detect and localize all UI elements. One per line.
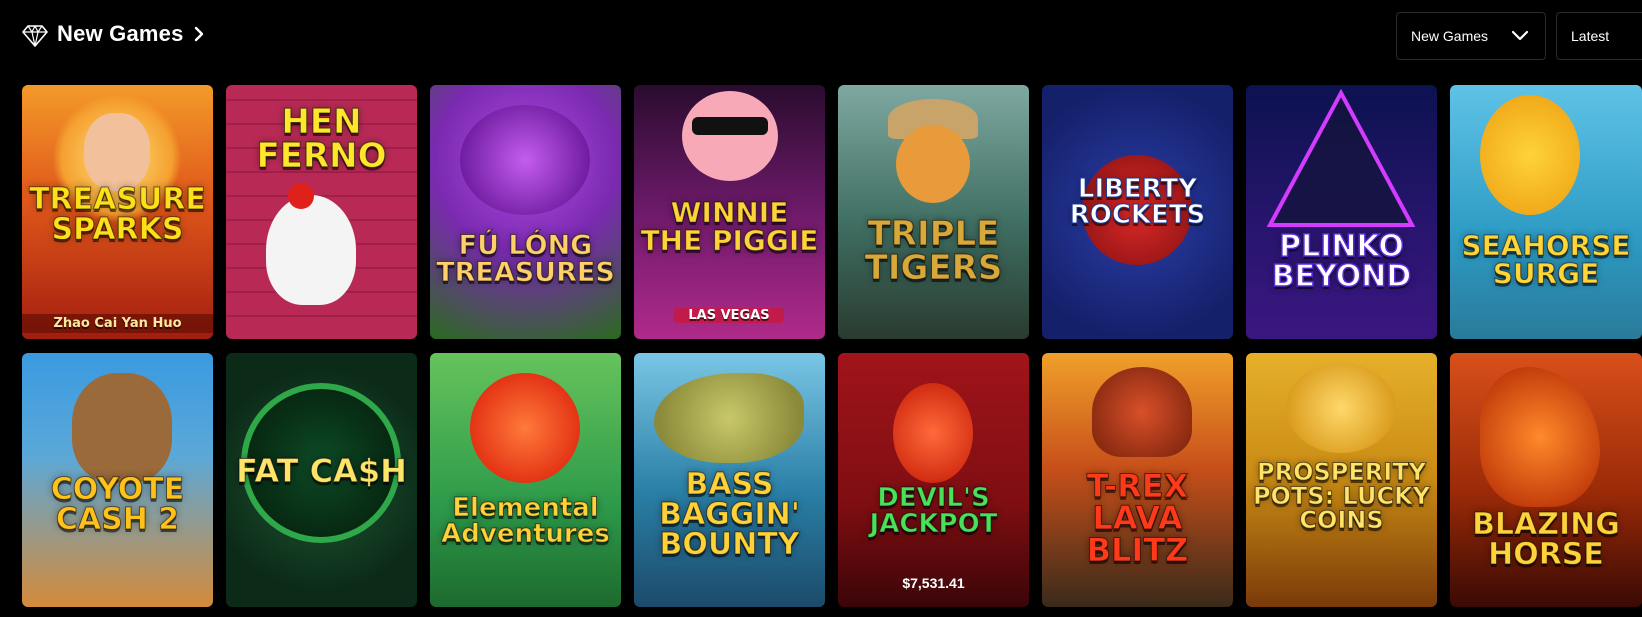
game-title: TRIPLE TIGERS [864, 214, 1003, 289]
game-tile-fu-long-treasures[interactable]: FÚ LÓNG TREASURES [430, 85, 621, 339]
game-title: DEVIL'S JACKPOT [869, 483, 998, 540]
game-tile-elemental-adventures[interactable]: Elemental Adventures [430, 353, 621, 607]
section-header: New Games New Games Latest [0, 0, 1642, 72]
game-title: FÚ LÓNG TREASURES [436, 230, 616, 289]
game-subtitle: LAS VEGAS [674, 308, 784, 323]
game-title: T-REX LAVA BLITZ [1086, 466, 1189, 569]
game-tile-t-rex-lava-blitz[interactable]: T-REX LAVA BLITZ [1042, 353, 1233, 607]
game-title: LIBERTY ROCKETS [1069, 174, 1206, 231]
game-tile-treasure-sparks[interactable]: TREASURE SPARKS Zhao Cai Yan Huo [22, 85, 213, 339]
game-tile-winnie-the-piggie[interactable]: WINNIE the Piggie LAS VEGAS [634, 85, 825, 339]
game-tile-bass-baggin-bounty[interactable]: BASS BAGGIN' BOUNTY [634, 353, 825, 607]
diamond-icon [22, 25, 48, 47]
game-title: PROSPERITY POTS: LUCKY COINS [1252, 457, 1431, 534]
game-title: COYOTE CASH 2 [50, 471, 185, 537]
game-tile-liberty-rockets[interactable]: LIBERTY ROCKETS [1042, 85, 1233, 339]
category-dropdown-value: New Games [1411, 28, 1489, 44]
game-tile-coyote-cash-2[interactable]: COYOTE CASH 2 [22, 353, 213, 607]
chevron-down-icon [1511, 30, 1529, 41]
category-dropdown[interactable]: New Games [1396, 12, 1546, 60]
game-tile-blazing-horse[interactable]: BLAZING HORSE [1450, 353, 1642, 607]
game-title: Elemental Adventures [441, 493, 611, 550]
game-title: BASS BAGGIN' BOUNTY [659, 466, 801, 562]
sort-dropdown-value: Latest [1571, 28, 1610, 44]
chevron-right-icon [194, 26, 203, 42]
game-tile-fat-cash[interactable]: FAT CA$H [226, 353, 417, 607]
game-title: HEN FERNO [256, 102, 387, 177]
triangle-graphic [1266, 89, 1416, 227]
game-tile-triple-tigers[interactable]: TRIPLE TIGERS [838, 85, 1029, 339]
game-tile-seahorse-surge[interactable]: SEAHORSE Surge [1450, 85, 1642, 339]
game-tile-plinko-beyond[interactable]: PLINKO BEYOND [1246, 85, 1437, 339]
game-title: TREASURE SPARKS [29, 181, 207, 247]
game-title: FAT CA$H [236, 451, 408, 490]
game-tile-hen-ferno[interactable]: HEN FERNO [226, 85, 417, 339]
section-title-link[interactable]: New Games [57, 21, 206, 47]
sort-dropdown[interactable]: Latest [1556, 12, 1642, 60]
jackpot-amount: $7,531.41 [902, 575, 965, 591]
game-title: SEAHORSE Surge [1461, 229, 1631, 291]
game-tile-prosperity-pots[interactable]: PROSPERITY POTS: LUCKY COINS [1246, 353, 1437, 607]
game-subtitle: Zhao Cai Yan Huo [22, 314, 213, 333]
game-title: PLINKO BEYOND [1271, 229, 1412, 295]
game-title: WINNIE the Piggie [640, 196, 819, 258]
game-tile-devils-jackpot[interactable]: DEVIL'S JACKPOT $7,531.41 [838, 353, 1029, 607]
section-title: New Games [57, 21, 184, 46]
game-title: BLAZING HORSE [1472, 507, 1621, 573]
